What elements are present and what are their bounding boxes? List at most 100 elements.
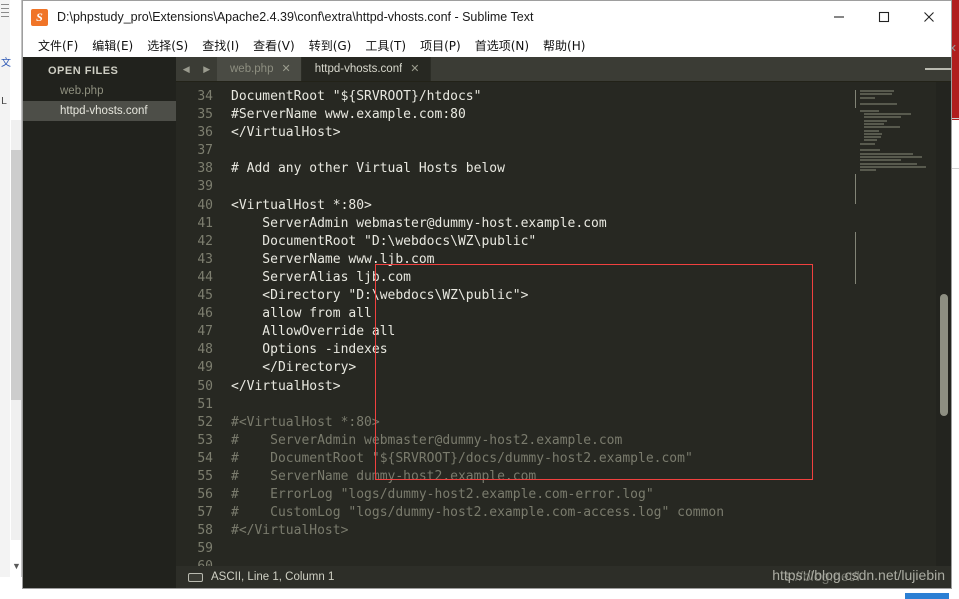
minimize-button[interactable] <box>816 1 861 33</box>
chevron-left-icon[interactable]: ◀ <box>183 64 190 75</box>
minimap-line <box>864 113 911 116</box>
code-editor[interactable]: 34 DocumentRoot "${SRVROOT}/htdocs" 35 #Ser… <box>176 82 850 566</box>
menu-item-selection[interactable]: 选择(S) <box>140 35 195 56</box>
code-line: 41 ServerAdmin webmaster@dummy-host.exam… <box>176 215 850 233</box>
code-line: 50 </VirtualHost> <box>176 378 850 396</box>
menu-item-tools[interactable]: 工具(T) <box>358 35 413 56</box>
menu-item-view[interactable]: 查看(V) <box>246 35 302 56</box>
line-number: 37 <box>197 143 213 159</box>
line-number: 59 <box>197 541 213 557</box>
menu-item-edit[interactable]: 编辑(E) <box>85 35 140 56</box>
menu-item-preferences[interactable]: 首选项(N) <box>468 35 536 56</box>
minimap-line <box>864 136 882 139</box>
tab-navigation: ◀ ▶ <box>176 57 217 81</box>
minimap-line <box>864 116 902 119</box>
maximize-button[interactable] <box>861 1 906 33</box>
code-text: <VirtualHost *:80> <box>231 197 372 213</box>
minimap-line <box>860 90 894 92</box>
minimap-line <box>860 169 876 172</box>
code-text: DocumentRoot "D:\webdocs\WZ\public" <box>231 233 537 249</box>
status-text: ASCII, Line 1, Column 1 <box>211 571 335 583</box>
line-number: 40 <box>197 197 213 213</box>
minimap-line <box>860 152 913 155</box>
code-line: 45 <Directory "D:\webdocs\WZ\public"> <box>176 287 850 305</box>
code-line: 49 </Directory> <box>176 359 850 377</box>
minimap-line <box>860 103 897 106</box>
menu-item-find[interactable]: 查找(I) <box>195 35 246 56</box>
line-number: 47 <box>197 324 213 340</box>
keyboard-icon <box>188 572 203 582</box>
chevron-right-icon[interactable]: ▶ <box>203 64 210 75</box>
line-number: 38 <box>197 161 213 177</box>
line-number: 42 <box>197 233 213 249</box>
code-line: 59 <box>176 540 850 558</box>
vertical-scrollbar[interactable] <box>936 82 951 566</box>
code-text: allow from all <box>231 306 372 322</box>
minimap-gap <box>860 176 931 179</box>
line-number: 34 <box>197 89 213 104</box>
code-line: 48 Options -indexes <box>176 341 850 359</box>
code-text: # DocumentRoot "${SRVROOT}/docs/dummy-ho… <box>231 450 693 466</box>
app-body: OPEN FILES web.php httpd-vhosts.conf ◀ ▶… <box>23 57 952 588</box>
code-text: ServerAlias ljb.com <box>231 269 412 285</box>
minimap-line <box>860 96 875 99</box>
menu-item-goto[interactable]: 转到(G) <box>302 35 359 56</box>
line-number: 52 <box>197 414 213 430</box>
code-line: 36 </VirtualHost> <box>176 124 850 142</box>
code-line: 35 #ServerName www.example.com:80 <box>176 106 850 124</box>
tab-bar: ◀ ▶ web.php ✕ httpd-vhosts.conf ✕ <box>176 57 952 82</box>
menu-item-help[interactable]: 帮助(H) <box>536 35 592 56</box>
code-line: 44 ServerAlias ljb.com <box>176 269 850 287</box>
line-number: 58 <box>197 523 213 539</box>
minimap-block-marker <box>855 174 856 204</box>
tab-label: web.php <box>230 63 274 75</box>
tab-close-icon[interactable]: ✕ <box>410 63 419 75</box>
minimap-line <box>864 119 888 122</box>
sidebar-item-web-php[interactable]: web.php <box>23 81 176 101</box>
code-line: 39 <box>176 178 850 196</box>
window-controls <box>816 1 951 33</box>
code-line: 40 <VirtualHost *:80> <box>176 197 850 215</box>
minimap-block-marker <box>855 90 856 108</box>
status-bar: ASCII, Line 1, Column 1 https://blog.csd… <box>176 566 951 588</box>
background-blue-indicator <box>905 593 949 599</box>
code-text: ServerName www.ljb.com <box>231 251 435 267</box>
menu-item-project[interactable]: 项目(P) <box>413 35 468 56</box>
line-number: 53 <box>197 432 213 448</box>
minimap[interactable] <box>850 82 936 566</box>
line-number: 46 <box>197 306 213 322</box>
tab-httpd-vhosts-conf[interactable]: httpd-vhosts.conf ✕ <box>301 57 431 81</box>
code-text: # ServerName dummy-host2.example.com <box>231 468 537 484</box>
minimap-line <box>860 149 880 152</box>
sidebar-section-open-files: OPEN FILES <box>48 65 119 77</box>
code-line: 51 <box>176 396 850 414</box>
line-number: 44 <box>197 269 213 285</box>
code-text: </VirtualHost> <box>231 378 341 394</box>
code-text: #<VirtualHost *:80> <box>231 414 380 430</box>
minimap-line <box>860 162 917 165</box>
title-bar: D:\phpstudy_pro\Extensions\Apache2.4.39\… <box>23 1 951 33</box>
line-number: 60 <box>176 558 223 566</box>
menu-item-file[interactable]: 文件(F) <box>31 35 85 56</box>
line-number: 45 <box>197 288 213 304</box>
line-number: 36 <box>197 125 213 141</box>
sidebar-item-httpd-vhosts-conf[interactable]: httpd-vhosts.conf <box>23 101 176 121</box>
minimap-line <box>864 132 883 135</box>
minimap-block-marker <box>855 232 856 284</box>
line-number: 39 <box>197 179 213 195</box>
code-text: Options -indexes <box>231 342 388 358</box>
editor-area: 34 DocumentRoot "${SRVROOT}/htdocs" 35 #Ser… <box>176 82 951 566</box>
sidebar: OPEN FILES web.php httpd-vhosts.conf <box>23 57 176 588</box>
close-button[interactable] <box>906 1 951 33</box>
vertical-scrollbar-thumb[interactable] <box>940 294 948 416</box>
tab-web-php[interactable]: web.php ✕ <box>217 57 302 81</box>
line-number: 49 <box>197 360 213 376</box>
hamburger-menu-icon[interactable] <box>925 57 952 81</box>
watermark-ghost: s://blog.net/l <box>784 568 860 584</box>
code-text: <Directory "D:\webdocs\WZ\public"> <box>231 288 529 304</box>
tab-close-icon[interactable]: ✕ <box>281 63 290 75</box>
background-strip-divider <box>0 0 22 599</box>
tab-label: httpd-vhosts.conf <box>314 63 403 75</box>
